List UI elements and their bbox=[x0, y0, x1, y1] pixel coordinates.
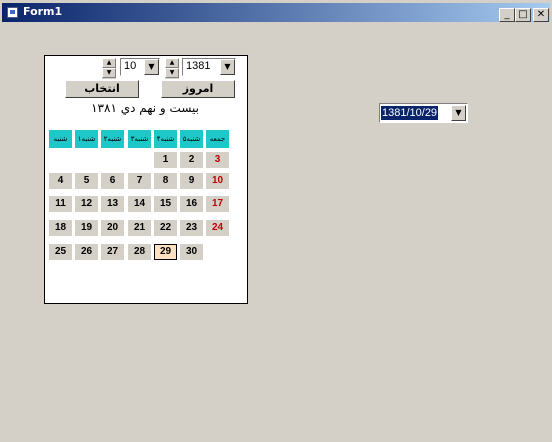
year-value: 1381 bbox=[186, 60, 211, 72]
chevron-down-icon[interactable]: ▼ bbox=[144, 59, 159, 75]
date-picker[interactable]: 1381/10/29 ▼ bbox=[379, 103, 468, 123]
month-spinner[interactable]: ▲ ▼ bbox=[102, 58, 116, 79]
calendar-day-today[interactable]: 29 bbox=[154, 244, 177, 260]
calendar-day[interactable]: 13 bbox=[101, 196, 124, 212]
chevron-down-icon[interactable]: ▼ bbox=[220, 59, 235, 75]
calendar-day[interactable]: 1 bbox=[154, 152, 177, 168]
day-header: ۲شنبه bbox=[101, 130, 124, 148]
calendar-day[interactable]: 20 bbox=[101, 220, 124, 236]
calendar-day[interactable]: 14 bbox=[128, 196, 151, 212]
calendar-day[interactable]: 23 bbox=[180, 220, 203, 236]
form1-window: Form1 _ □ ✕ ▲ ▼ 10 ▼ ▲ ▼ 1381 ▼ انتخاب ا… bbox=[0, 0, 552, 442]
spin-up-icon[interactable]: ▲ bbox=[102, 58, 116, 68]
day-header: ۵شنبه bbox=[180, 130, 203, 148]
calendar-day[interactable]: 25 bbox=[49, 244, 72, 260]
calendar-day[interactable]: 3 bbox=[206, 152, 229, 168]
title-bar[interactable]: Form1 _ □ ✕ bbox=[2, 3, 550, 22]
calendar-day[interactable]: 8 bbox=[154, 173, 177, 189]
calendar-day[interactable]: 12 bbox=[75, 196, 98, 212]
year-spinner[interactable]: ▲ ▼ bbox=[165, 58, 179, 79]
day-header: شنبه bbox=[49, 130, 72, 148]
day-header: جمعه bbox=[206, 130, 229, 148]
select-button[interactable]: انتخاب bbox=[65, 80, 139, 98]
calendar-day[interactable]: 4 bbox=[49, 173, 72, 189]
calendar-day[interactable]: 7 bbox=[128, 173, 151, 189]
selected-date-label: بيست و نهم دي ١٣٨١ bbox=[91, 101, 199, 115]
spin-down-icon[interactable]: ▼ bbox=[165, 68, 179, 78]
month-value: 10 bbox=[124, 60, 137, 72]
calendar-day[interactable]: 5 bbox=[75, 173, 98, 189]
calendar-day[interactable]: 22 bbox=[154, 220, 177, 236]
day-header: ۴شنبه bbox=[154, 130, 177, 148]
calendar-day[interactable]: 15 bbox=[154, 196, 177, 212]
window-title: Form1 bbox=[23, 5, 63, 18]
today-button[interactable]: امروز bbox=[161, 80, 235, 98]
close-button[interactable]: ✕ bbox=[533, 8, 549, 22]
calendar-day[interactable]: 30 bbox=[180, 244, 203, 260]
app-icon bbox=[7, 7, 18, 18]
calendar-day[interactable]: 19 bbox=[75, 220, 98, 236]
calendar-day[interactable]: 10 bbox=[206, 173, 229, 189]
day-header: ۳شنبه bbox=[128, 130, 151, 148]
calendar-day[interactable]: 28 bbox=[128, 244, 151, 260]
maximize-button[interactable]: □ bbox=[515, 8, 531, 22]
calendar-day[interactable]: 26 bbox=[75, 244, 98, 260]
calendar-day[interactable]: 6 bbox=[101, 173, 124, 189]
spin-down-icon[interactable]: ▼ bbox=[102, 68, 116, 78]
day-header: ۱شنبه bbox=[75, 130, 98, 148]
year-select[interactable]: 1381 ▼ bbox=[182, 58, 236, 76]
calendar-day[interactable]: 9 bbox=[180, 173, 203, 189]
spin-up-icon[interactable]: ▲ bbox=[165, 58, 179, 68]
calendar-day[interactable]: 24 bbox=[206, 220, 229, 236]
month-select[interactable]: 10 ▼ bbox=[120, 58, 160, 76]
calendar-day[interactable]: 11 bbox=[49, 196, 72, 212]
calendar-day[interactable]: 21 bbox=[128, 220, 151, 236]
minimize-button[interactable]: _ bbox=[499, 8, 515, 22]
calendar-panel: ▲ ▼ 10 ▼ ▲ ▼ 1381 ▼ انتخاب امروز بيست و … bbox=[44, 55, 248, 304]
calendar-day[interactable]: 27 bbox=[101, 244, 124, 260]
calendar-day[interactable]: 17 bbox=[206, 196, 229, 212]
chevron-down-icon[interactable]: ▼ bbox=[451, 105, 466, 121]
calendar-day[interactable]: 2 bbox=[180, 152, 203, 168]
calendar-day[interactable]: 18 bbox=[49, 220, 72, 236]
date-picker-value[interactable]: 1381/10/29 bbox=[381, 106, 439, 120]
calendar-day[interactable]: 16 bbox=[180, 196, 203, 212]
